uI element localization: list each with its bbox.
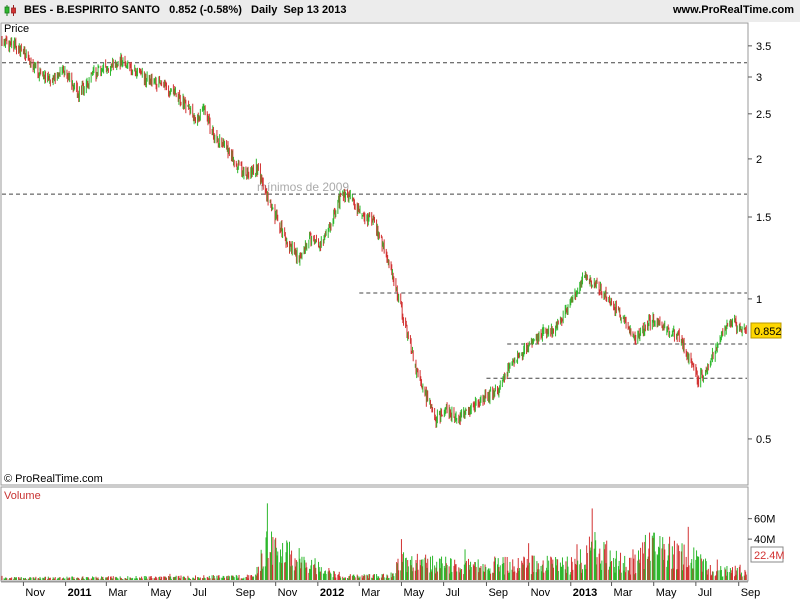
time-tick-label: Jul bbox=[698, 587, 712, 599]
time-tick-label: Nov bbox=[25, 587, 45, 599]
price-tick-label: 3 bbox=[756, 72, 762, 84]
instrument-info: BES - B.ESPIRITO SANTO 0.852 (-0.58%) Da… bbox=[24, 4, 347, 16]
copyright-label: © ProRealTime.com bbox=[4, 473, 103, 485]
time-tick-label: 2011 bbox=[68, 587, 92, 599]
time-tick-label: Sep bbox=[741, 587, 761, 599]
last-price: 0.852 bbox=[169, 4, 197, 16]
last-price-badge-label: 0.852 bbox=[754, 326, 782, 338]
price-panel: Price © ProRealTime.com mínimos de 2009 bbox=[0, 22, 749, 486]
time-tick-label: 2012 bbox=[320, 587, 344, 599]
price-panel-title: Price bbox=[4, 23, 29, 35]
volume-tick-label: 40M bbox=[754, 534, 775, 546]
price-tick-label: 0.5 bbox=[756, 434, 771, 446]
brand-link[interactable]: www.ProRealTime.com bbox=[673, 4, 794, 16]
time-tick-label: Nov bbox=[531, 587, 551, 599]
time-tick-label: Nov bbox=[278, 587, 298, 599]
last-price-badge: 0.852 bbox=[750, 322, 782, 339]
volume-tick-label: 60M bbox=[754, 514, 775, 526]
ticker: BES bbox=[24, 4, 47, 16]
time-tick-label: May bbox=[151, 587, 172, 599]
annotation-minimos-2009: mínimos de 2009 bbox=[257, 180, 349, 194]
time-tick-label: May bbox=[656, 587, 677, 599]
time-tick-label: May bbox=[403, 587, 424, 599]
last-volume-badge-label: 22.4M bbox=[754, 550, 785, 562]
candlestick-icon bbox=[4, 5, 16, 16]
volume-panel: Volume bbox=[0, 486, 749, 582]
time-tick-label: Mar bbox=[614, 587, 633, 599]
price-tick-label: 2.5 bbox=[756, 109, 771, 121]
price-tick-label: 3.5 bbox=[756, 41, 771, 53]
last-volume-badge: 22.4M bbox=[750, 546, 785, 563]
time-tick-label: Jul bbox=[446, 587, 460, 599]
instrument-name: B.ESPIRITO SANTO bbox=[56, 4, 160, 16]
time-tick-label: Sep bbox=[236, 587, 256, 599]
price-volume-chart: Price © ProRealTime.com mínimos de 2009 … bbox=[0, 22, 800, 600]
quote-date: Sep 13 2013 bbox=[283, 4, 347, 16]
header-bar: BES - B.ESPIRITO SANTO 0.852 (-0.58%) Da… bbox=[0, 0, 800, 23]
time-tick-label: 2013 bbox=[573, 587, 597, 599]
time-tick-label: Mar bbox=[361, 587, 380, 599]
price-tick-label: 2 bbox=[756, 154, 762, 166]
period: Daily bbox=[251, 4, 278, 16]
time-tick-label: Jul bbox=[193, 587, 207, 599]
price-tick-label: 1 bbox=[756, 294, 762, 306]
time-tick-label: Mar bbox=[108, 587, 127, 599]
time-tick-label: Sep bbox=[488, 587, 508, 599]
price-tick-label: 1.5 bbox=[756, 212, 771, 224]
price-change: (-0.58%) bbox=[199, 4, 242, 16]
volume-panel-title: Volume bbox=[4, 490, 41, 502]
